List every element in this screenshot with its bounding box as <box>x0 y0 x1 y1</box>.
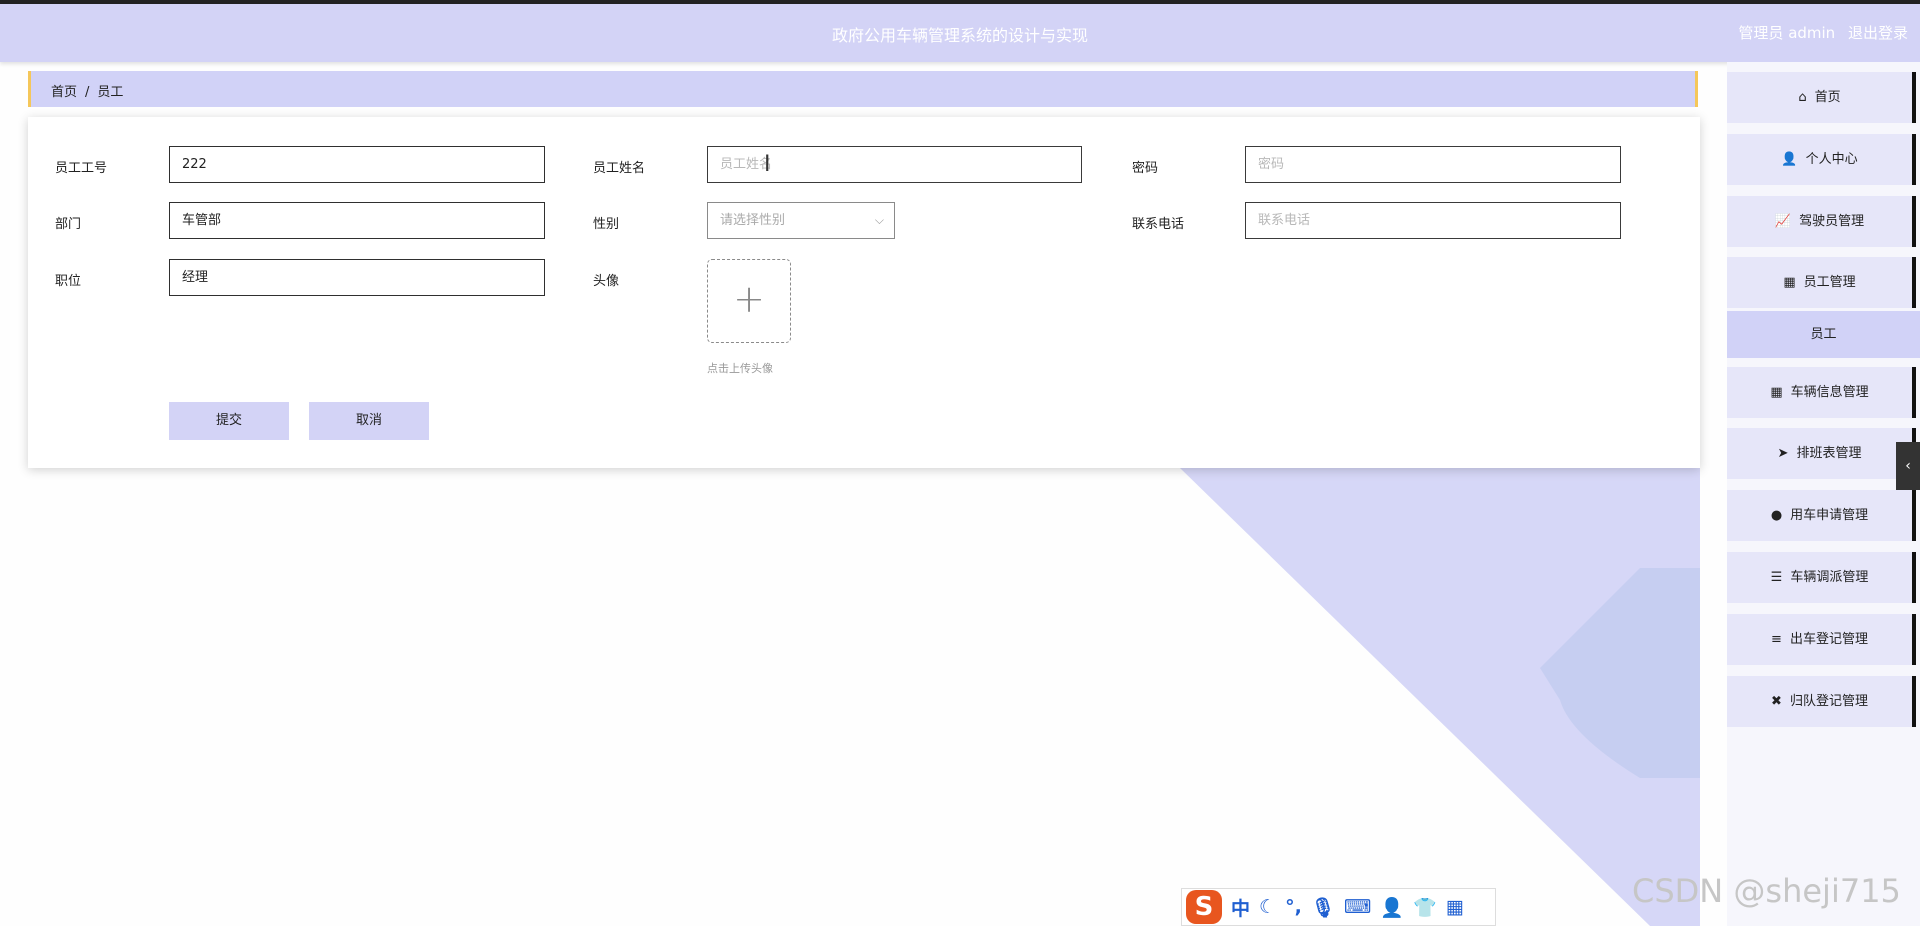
ticket-icon: ✖ <box>1771 694 1782 709</box>
app-title: 政府公用车辆管理系统的设计与实现 <box>831 26 1088 45</box>
department-input[interactable]: 车管部 <box>169 202 545 239</box>
avatar-upload-tip: 点击上传头像 <box>707 362 773 375</box>
sidebar-item-dispatch[interactable]: ☰ 车辆调派管理 <box>1727 552 1916 603</box>
shirt-icon[interactable]: 👕 <box>1413 896 1437 919</box>
text-cursor-icon: I <box>764 152 771 177</box>
gender-placeholder: 请选择性别 <box>720 213 786 228</box>
sidebar-item-label: 车辆调派管理 <box>1790 570 1869 585</box>
sidebar-item-profile[interactable]: 👤 个人中心 <box>1727 134 1916 185</box>
sidebar-item-schedule[interactable]: ➤ 排班表管理 <box>1727 428 1916 479</box>
moon-icon[interactable]: ☾ <box>1259 896 1276 918</box>
logout-link[interactable]: 退出登录 <box>1848 24 1908 42</box>
sidebar-item-label: 车辆信息管理 <box>1790 385 1869 400</box>
sidebar: ⌂ 首页 👤 个人中心 📈 驾驶员管理 ▦ 员工管理 员工 ▦ 车辆信息管理 ➤ 排班表管理… <box>1727 62 1920 926</box>
position-input[interactable]: 经理 <box>169 259 545 296</box>
admin-label: 管理员 admin <box>1738 24 1836 42</box>
sidebar-item-label: 用车申请管理 <box>1790 508 1869 523</box>
submit-button[interactable]: 提交 <box>169 402 289 440</box>
user-icon: 👤 <box>1781 152 1798 167</box>
list-icon: ☰ <box>1770 570 1783 585</box>
sidebar-item-label: 员工管理 <box>1803 275 1856 290</box>
sidebar-item-home[interactable]: ⌂ 首页 <box>1727 72 1916 123</box>
sidebar-item-return[interactable]: ✖ 归队登记管理 <box>1727 676 1916 727</box>
employee-form-panel: 员工工号 222 员工姓名 员工姓名 I 密码 密码 部门 车管部 性别 请选择… <box>28 117 1700 468</box>
sidebar-item-label: 个人中心 <box>1805 152 1858 167</box>
password-label: 密码 <box>1132 161 1159 176</box>
align-icon: ≡ <box>1771 632 1782 647</box>
punctuation-icon[interactable]: °, <box>1285 896 1302 918</box>
sidebar-item-label: 出车登记管理 <box>1789 632 1868 647</box>
breadcrumb-separator: / <box>85 85 90 100</box>
bulb-icon: ● <box>1770 508 1783 523</box>
sidebar-subitem-employee[interactable]: 员工 <box>1727 311 1920 358</box>
watermark: CSDN @sheji715 <box>1632 872 1901 910</box>
employee-name-input[interactable]: 员工姓名 I <box>707 146 1082 183</box>
breadcrumb: 首页 / 员工 <box>28 71 1698 107</box>
keyboard-icon[interactable]: ⌨ <box>1344 896 1371 918</box>
sidebar-item-label: 首页 <box>1814 90 1841 105</box>
phone-label: 联系电话 <box>1132 217 1185 232</box>
sidebar-item-vehicles[interactable]: ▦ 车辆信息管理 <box>1727 367 1916 418</box>
plus-icon: + <box>733 277 765 321</box>
grid-icon: ▦ <box>1770 385 1783 400</box>
chevron-left-icon: ‹ <box>1905 458 1911 474</box>
user-area: 管理员 admin 退出登录 <box>1730 22 1908 43</box>
chevron-down-icon: ⌵ <box>874 213 884 227</box>
department-label: 部门 <box>55 217 82 232</box>
grid-icon: ▦ <box>1783 275 1796 290</box>
ime-toolbar: S 中 ☾ °, 🎙 ⌨ 👤 👕 ▦ <box>1181 888 1496 926</box>
employee-name-label: 员工姓名 <box>593 161 646 176</box>
microphone-icon[interactable]: 🎙 <box>1311 896 1335 919</box>
send-icon: ➤ <box>1777 446 1789 461</box>
employee-no-input[interactable]: 222 <box>169 146 545 183</box>
sidebar-item-drivers[interactable]: 📈 驾驶员管理 <box>1727 196 1916 247</box>
employee-no-label: 员工工号 <box>55 161 108 176</box>
user-icon[interactable]: 👤 <box>1380 896 1404 919</box>
sidebar-item-label: 驾驶员管理 <box>1799 214 1865 229</box>
home-icon: ⌂ <box>1798 90 1807 105</box>
avatar-upload[interactable]: + <box>707 259 791 343</box>
sidebar-item-requests[interactable]: ● 用车申请管理 <box>1727 490 1916 541</box>
sidebar-collapse-button[interactable]: ‹ <box>1896 442 1920 490</box>
sidebar-item-departure[interactable]: ≡ 出车登记管理 <box>1727 614 1916 665</box>
sidebar-item-employees[interactable]: ▦ 员工管理 <box>1727 257 1916 308</box>
breadcrumb-current: 员工 <box>97 85 124 100</box>
chart-icon: 📈 <box>1774 214 1792 229</box>
grid-menu-icon[interactable]: ▦ <box>1446 896 1464 918</box>
gender-label: 性别 <box>593 217 620 232</box>
sogou-logo-icon[interactable]: S <box>1186 890 1222 924</box>
breadcrumb-home[interactable]: 首页 <box>51 85 77 100</box>
cancel-button[interactable]: 取消 <box>309 402 429 440</box>
password-input[interactable]: 密码 <box>1245 146 1621 183</box>
avatar-label: 头像 <box>593 274 620 289</box>
sidebar-item-label: 归队登记管理 <box>1789 694 1868 709</box>
sidebar-item-label: 排班表管理 <box>1796 446 1862 461</box>
top-header: 政府公用车辆管理系统的设计与实现 管理员 admin 退出登录 <box>0 4 1920 62</box>
phone-input[interactable]: 联系电话 <box>1245 202 1621 239</box>
ime-mode-toggle[interactable]: 中 <box>1231 894 1250 921</box>
position-label: 职位 <box>55 274 82 289</box>
gender-select[interactable]: 请选择性别 ⌵ <box>707 202 895 239</box>
